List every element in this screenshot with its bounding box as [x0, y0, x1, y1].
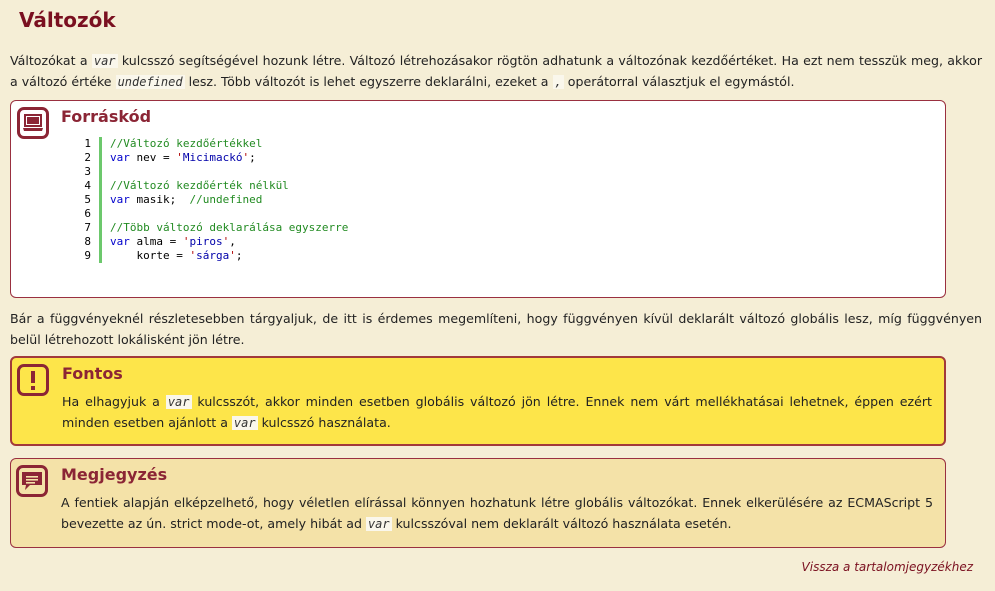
laptop-icon	[17, 107, 49, 139]
code-text: var alma = 'piros',	[102, 235, 236, 249]
code-token: korte =	[110, 249, 190, 262]
intro-text-3: lesz. Több változót is lehet egyszerre d…	[184, 73, 553, 89]
code-token: ;	[235, 249, 243, 262]
line-number: 5	[61, 193, 102, 207]
line-number: 8	[61, 235, 102, 249]
code-token: nev =	[129, 151, 177, 164]
code-var: var	[231, 415, 258, 430]
code-token: piros	[189, 235, 223, 248]
source-code-title: Forráskód	[61, 107, 152, 126]
code-line: 5 var masik; //undefined	[61, 193, 348, 207]
code-var: var	[365, 516, 392, 531]
intro-paragraph: Változókat a var kulcsszó segítségével h…	[10, 51, 982, 92]
important-text: Ha elhagyjuk a var kulcsszót, akkor mind…	[62, 392, 932, 433]
code-line: 4 //Változó kezdőérték nélkül	[61, 179, 348, 193]
code-text: //Több változó deklarálása egyszerre	[102, 221, 348, 235]
code-token: var	[110, 151, 130, 164]
code-token: sárga	[196, 249, 230, 262]
code-text: var masik; //undefined	[102, 193, 262, 207]
code-token: //Változó kezdőérték nélkül	[110, 179, 289, 192]
important-box: Fontos Ha elhagyjuk a var kulcsszót, akk…	[10, 356, 946, 446]
code-text: korte = 'sárga';	[102, 249, 242, 263]
code-line: 2 var nev = 'Micimackó';	[61, 151, 348, 165]
line-number: 6	[61, 207, 102, 221]
note-title: Megjegyzés	[61, 465, 168, 484]
code-line: 8 var alma = 'piros',	[61, 235, 348, 249]
important-text-1: Ha elhagyjuk a	[62, 394, 166, 409]
important-title: Fontos	[62, 364, 123, 383]
code-line: 6	[61, 207, 348, 221]
code-comma: ,	[552, 74, 564, 89]
line-number: 1	[61, 137, 102, 151]
code-text: //Változó kezdőértékkel	[102, 137, 262, 151]
code-token: ;	[249, 151, 256, 164]
code-token: //Változó kezdőértékkel	[110, 137, 263, 150]
code-token: Micimackó	[182, 151, 243, 164]
line-number: 3	[61, 165, 102, 179]
line-number: 7	[61, 221, 102, 235]
code-line: 3	[61, 165, 348, 179]
note-text-2: kulcsszóval nem deklarált változó haszná…	[391, 515, 732, 531]
line-number: 2	[61, 151, 102, 165]
note-text: A fentiek alapján elképzelhető, hogy vél…	[61, 493, 933, 534]
code-text: //Változó kezdőérték nélkül	[102, 179, 289, 193]
code-undefined: undefined	[115, 74, 185, 89]
code-text: var nev = 'Micimackó';	[102, 151, 256, 165]
code-token: //undefined	[189, 193, 263, 206]
code-token: '	[229, 249, 236, 262]
page-title: Változók	[19, 8, 116, 32]
code-line: 1 //Változó kezdőértékkel	[61, 137, 348, 151]
speech-bubble-icon	[16, 465, 48, 497]
code-token: masik;	[129, 193, 190, 206]
exclamation-icon	[17, 364, 49, 396]
code-block: 1//Változó kezdőértékkel 2 var nev = 'Mici…	[61, 137, 348, 263]
code-line: 7 //Több változó deklarálása egyszerre	[61, 221, 348, 235]
code-token: ,	[229, 235, 236, 248]
line-number: 4	[61, 179, 102, 193]
back-to-contents-link[interactable]: Vissza a tartalomjegyzékhez	[802, 560, 973, 574]
code-var: var	[91, 54, 118, 68]
code-token: var	[110, 193, 130, 206]
intro-text-1: Változókat a	[10, 53, 92, 68]
code-token: alma =	[129, 235, 183, 248]
important-text-2: kulcsszót, akkor minden esetben globális…	[62, 394, 932, 430]
middle-paragraph: Bár a függvényeknél részletesebben tárgy…	[10, 311, 982, 347]
code-token: //Több változó deklarálása egyszerre	[110, 221, 349, 234]
code-token: var	[110, 235, 130, 248]
code-line: 9 korte = 'sárga';	[61, 249, 348, 263]
intro-text-4: operátorral választjuk el egymástól.	[563, 73, 795, 89]
important-text-3: kulcsszó használata.	[257, 414, 391, 430]
note-box: Megjegyzés A fentiek alapján elképzelhet…	[10, 458, 946, 548]
code-token: '	[176, 151, 183, 164]
code-var: var	[165, 395, 192, 409]
source-code-box: Forráskód 1//Változó kezdőértékkel 2 var n…	[10, 100, 946, 298]
line-number: 9	[61, 249, 102, 263]
